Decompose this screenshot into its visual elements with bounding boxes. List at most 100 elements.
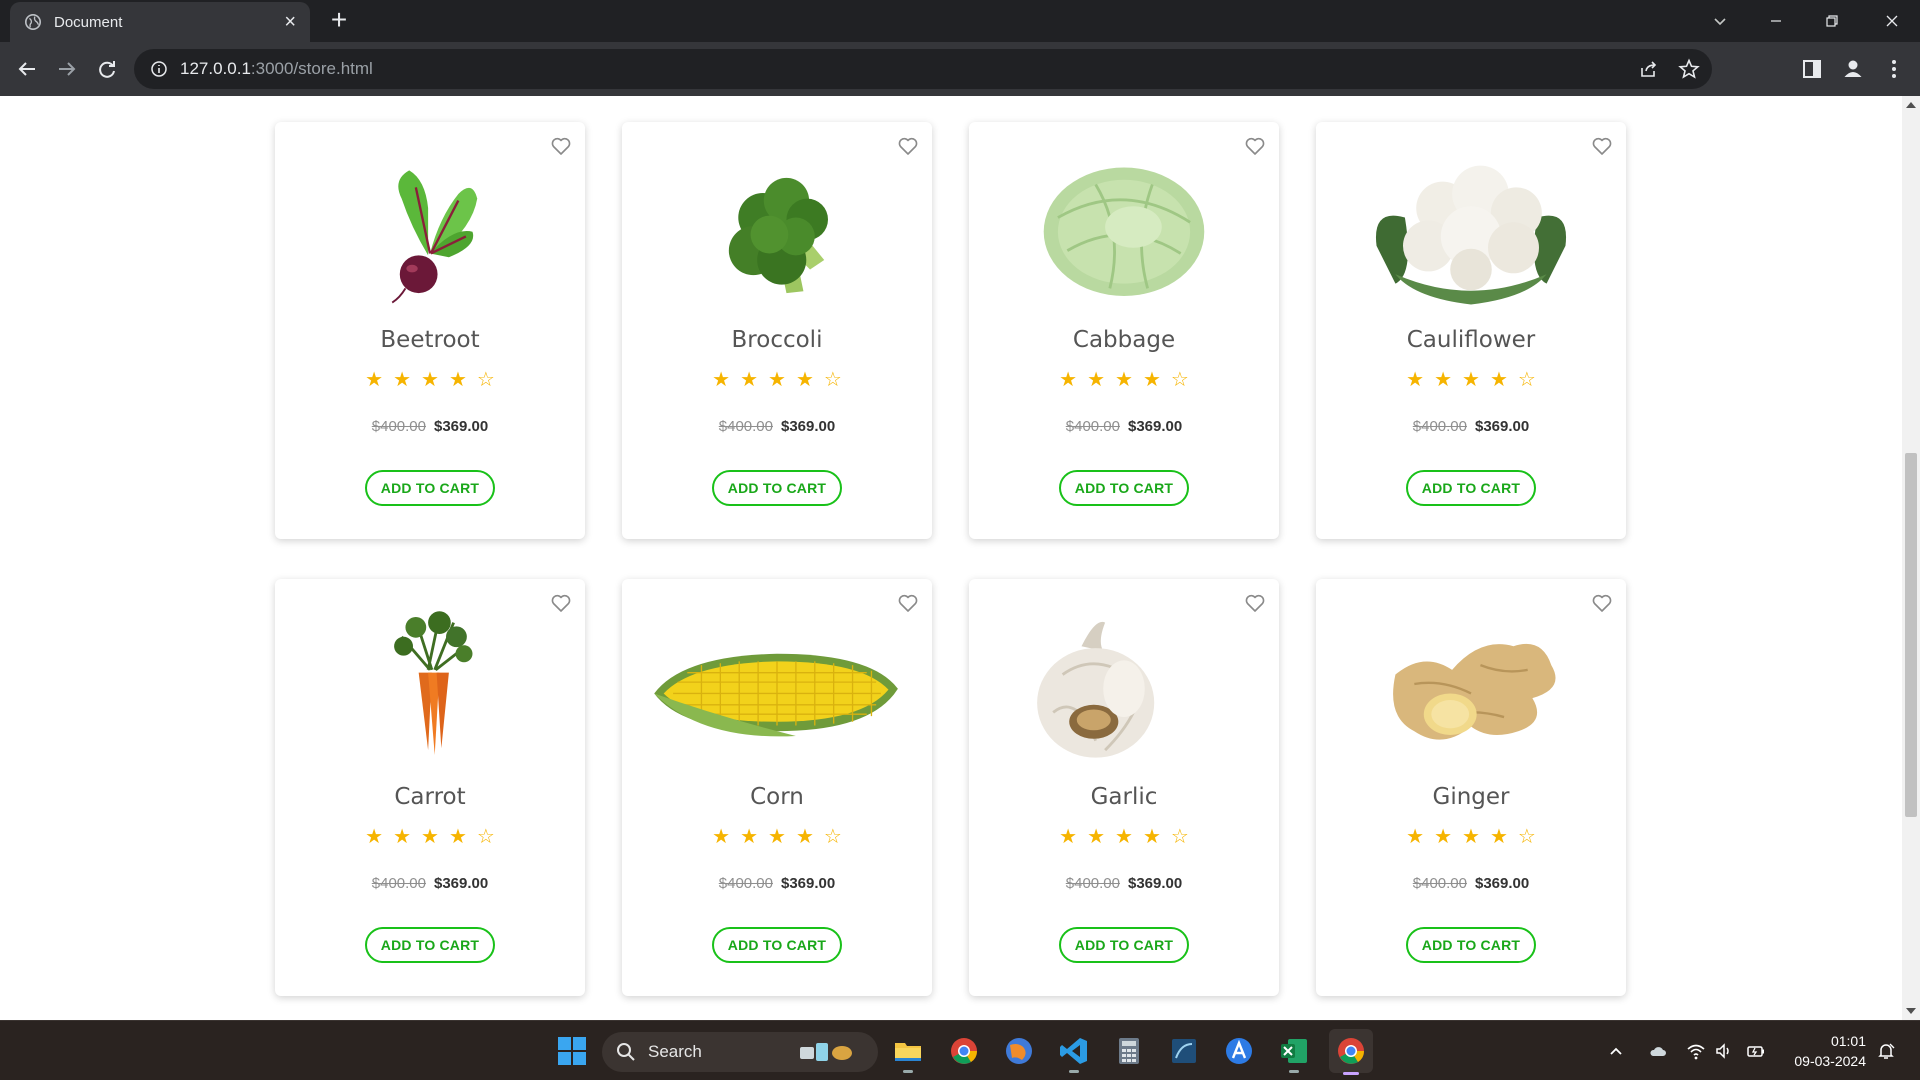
page-viewport: Beetroot ★ ★ ★ ★ ☆ $400.00 $369.00 ADD TO CART Br… bbox=[0, 96, 1920, 1020]
star-filled-icon: ★ bbox=[1406, 826, 1425, 848]
ginger-image bbox=[1393, 643, 1556, 740]
star-filled-icon: ★ bbox=[768, 826, 786, 848]
tray-volume[interactable] bbox=[1714, 1039, 1734, 1063]
browser-toolbar: 127.0.0.1:3000/store.html bbox=[0, 42, 1920, 96]
forward-button[interactable] bbox=[50, 52, 84, 86]
page-scrollbar[interactable] bbox=[1902, 96, 1920, 1020]
running-indicator bbox=[1069, 1070, 1079, 1073]
address-bar[interactable]: 127.0.0.1:3000/store.html bbox=[134, 49, 1712, 89]
tray-wifi[interactable] bbox=[1686, 1039, 1706, 1063]
product-price: $400.00 $369.00 bbox=[622, 418, 932, 435]
tab-search-button[interactable] bbox=[1692, 0, 1748, 42]
folder-icon bbox=[895, 1043, 921, 1061]
close-window-button[interactable] bbox=[1864, 0, 1920, 42]
arrow-left-icon bbox=[18, 62, 35, 76]
app-a-icon bbox=[1226, 1038, 1252, 1064]
star-outline-icon: ☆ bbox=[1517, 826, 1536, 848]
tray-battery[interactable] bbox=[1746, 1039, 1766, 1063]
product-image bbox=[969, 599, 1279, 769]
system-clock[interactable]: 01:01 09-03-2024 bbox=[1794, 1031, 1866, 1071]
reload-button[interactable] bbox=[90, 52, 124, 86]
product-price: $400.00 $369.00 bbox=[969, 418, 1279, 435]
original-price: $400.00 bbox=[1065, 418, 1120, 435]
star-filled-icon: ★ bbox=[1059, 826, 1078, 848]
clock-date: 09-03-2024 bbox=[1794, 1053, 1866, 1069]
add-to-cart-button[interactable]: ADD TO CART bbox=[1406, 927, 1536, 963]
calculator-icon bbox=[1119, 1038, 1139, 1064]
star-filled-icon: ★ bbox=[1115, 369, 1133, 391]
star-outline-icon: ☆ bbox=[823, 826, 842, 848]
taskbar-chrome-active[interactable] bbox=[1329, 1029, 1373, 1075]
tab-close-icon[interactable]: × bbox=[284, 12, 296, 32]
new-tab-button[interactable]: + bbox=[324, 6, 354, 36]
add-to-cart-button[interactable]: ADD TO CART bbox=[365, 927, 495, 963]
taskbar-mysql[interactable] bbox=[1164, 1031, 1204, 1071]
product-name: Garlic bbox=[1090, 784, 1158, 810]
taskbar-search-label: Search bbox=[648, 1042, 702, 1061]
chevron-up-icon bbox=[1610, 1047, 1622, 1055]
menu-kebab-icon[interactable] bbox=[1882, 57, 1906, 81]
bookmark-star-icon[interactable] bbox=[1678, 58, 1700, 80]
side-panel-icon[interactable] bbox=[1800, 57, 1824, 81]
tray-overflow[interactable] bbox=[1606, 1039, 1626, 1063]
product-card: Cabbage ★ ★ ★ ★ ☆ $400.00 $369.00 ADD TO CART bbox=[969, 122, 1279, 539]
taskbar-calculator[interactable] bbox=[1109, 1031, 1149, 1071]
cabbage-image bbox=[1043, 167, 1205, 296]
profile-icon[interactable] bbox=[1841, 57, 1865, 81]
star-filled-icon: ★ bbox=[795, 826, 814, 848]
product-card: Beetroot ★ ★ ★ ★ ☆ $400.00 $369.00 ADD TO CART bbox=[275, 122, 585, 539]
taskbar-file-explorer[interactable] bbox=[888, 1031, 928, 1073]
windows-logo-icon bbox=[558, 1037, 586, 1065]
original-price: $400.00 bbox=[371, 418, 426, 435]
sale-price: $369.00 bbox=[1128, 418, 1183, 435]
product-name: Broccoli bbox=[731, 327, 823, 353]
taskbar-excel[interactable] bbox=[1274, 1031, 1314, 1073]
share-icon[interactable] bbox=[1638, 58, 1660, 80]
add-to-cart-button[interactable]: ADD TO CART bbox=[1059, 470, 1189, 506]
product-image bbox=[622, 142, 932, 312]
original-price: $400.00 bbox=[718, 418, 773, 435]
product-grid: Beetroot ★ ★ ★ ★ ☆ $400.00 $369.00 ADD TO CART Br… bbox=[275, 122, 1626, 996]
star-filled-icon: ★ bbox=[448, 369, 467, 391]
tray-weather[interactable] bbox=[1648, 1039, 1668, 1063]
add-to-cart-button[interactable]: ADD TO CART bbox=[1406, 470, 1536, 506]
back-button[interactable] bbox=[10, 52, 44, 86]
scroll-down-arrow-icon[interactable] bbox=[1906, 1008, 1916, 1014]
minimize-button[interactable] bbox=[1748, 0, 1804, 42]
tray-notifications[interactable] bbox=[1876, 1039, 1896, 1063]
running-indicator bbox=[903, 1070, 913, 1073]
start-button[interactable] bbox=[552, 1031, 592, 1071]
notification-bell-icon bbox=[1878, 1043, 1895, 1059]
sale-price: $369.00 bbox=[1475, 875, 1530, 892]
chrome-icon bbox=[951, 1038, 978, 1064]
browser-tab[interactable]: Document × bbox=[10, 2, 310, 42]
add-to-cart-button[interactable]: ADD TO CART bbox=[365, 470, 495, 506]
sale-price: $369.00 bbox=[1475, 418, 1530, 435]
add-to-cart-button[interactable]: ADD TO CART bbox=[712, 470, 842, 506]
product-image bbox=[969, 142, 1279, 312]
restore-button[interactable] bbox=[1804, 0, 1860, 42]
scroll-up-arrow-icon[interactable] bbox=[1906, 102, 1916, 108]
add-to-cart-button[interactable]: ADD TO CART bbox=[1059, 927, 1189, 963]
star-filled-icon: ★ bbox=[1087, 369, 1106, 391]
product-name: Carrot bbox=[394, 784, 466, 810]
product-rating: ★ ★ ★ ★ ☆ bbox=[1316, 826, 1626, 848]
product-card: Cauliflower ★ ★ ★ ★ ☆ $400.00 $369.00 ADD TO CAR… bbox=[1316, 122, 1626, 539]
add-to-cart-button[interactable]: ADD TO CART bbox=[712, 927, 842, 963]
clock-time: 01:01 bbox=[1830, 1033, 1866, 1049]
taskbar-chrome[interactable] bbox=[944, 1031, 984, 1071]
excel-icon bbox=[1281, 1039, 1307, 1063]
taskbar-app-globe[interactable] bbox=[999, 1031, 1039, 1071]
sale-price: $369.00 bbox=[434, 875, 489, 892]
product-image bbox=[1316, 599, 1626, 769]
taskbar-search[interactable]: Search bbox=[602, 1032, 878, 1072]
product-price: $400.00 $369.00 bbox=[1316, 418, 1626, 435]
star-filled-icon: ★ bbox=[712, 369, 731, 391]
star-filled-icon: ★ bbox=[1434, 369, 1453, 391]
taskbar-app-a[interactable] bbox=[1219, 1031, 1259, 1071]
taskbar-vscode[interactable] bbox=[1054, 1031, 1094, 1073]
corn-image bbox=[654, 653, 898, 737]
product-image bbox=[275, 599, 585, 769]
star-outline-icon: ☆ bbox=[1170, 369, 1189, 391]
scrollbar-thumb[interactable] bbox=[1905, 453, 1917, 817]
